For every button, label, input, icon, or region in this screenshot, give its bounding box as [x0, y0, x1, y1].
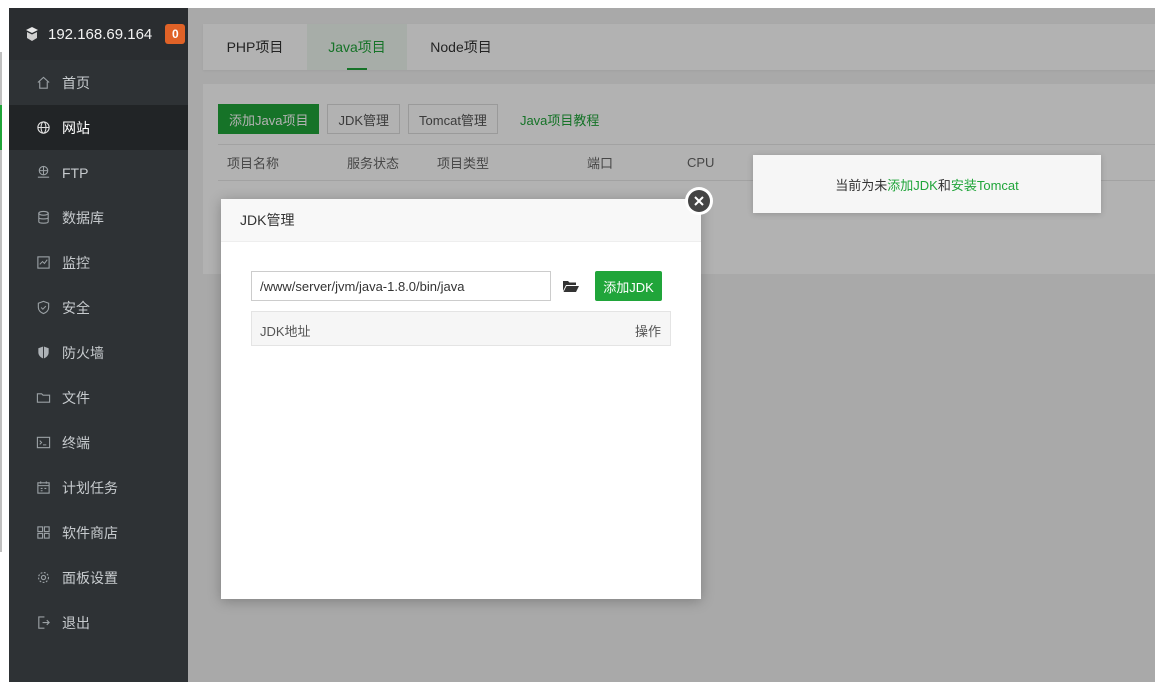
database-icon: [35, 210, 51, 226]
sidebar-item-ftp[interactable]: FTP: [9, 150, 188, 195]
column-header-jdk-address: JDK地址: [260, 324, 311, 339]
home-icon: [35, 75, 51, 91]
sidebar-item-label: 面板设置: [62, 569, 118, 586]
sidebar-item-firewall[interactable]: 防火墙: [9, 330, 188, 375]
monitor-icon: [35, 255, 51, 271]
jdk-table-header: JDK地址 操作: [251, 311, 671, 346]
server-ip[interactable]: 192.168.69.164: [48, 26, 152, 43]
sidebar-item-store[interactable]: 软件商店: [9, 510, 188, 555]
notice-text: 当前为未: [835, 177, 888, 193]
apps-icon: [35, 525, 51, 541]
jdk-manage-dialog: JDK管理 添加JDK JDK地址 操作: [221, 187, 713, 599]
sidebar-item-label: 防火墙: [62, 344, 104, 361]
sidebar-item-security[interactable]: 安全: [9, 285, 188, 330]
sidebar-item-home[interactable]: 首页: [9, 60, 188, 105]
sidebar-nav: 首页 网站 FTP 数据库 监控 安全 防火墙 文件 终端 计划任务 软件商店 …: [0, 60, 188, 645]
sidebar-item-label: 终端: [62, 434, 90, 451]
close-icon: [688, 190, 710, 212]
sidebar-item-label: 安全: [62, 299, 90, 316]
calendar-icon: [35, 480, 51, 496]
add-jdk-button[interactable]: 添加JDK: [595, 271, 662, 301]
sidebar-item-database[interactable]: 数据库: [9, 195, 188, 240]
sidebar-header: 192.168.69.164 0: [9, 8, 188, 60]
install-tomcat-link[interactable]: 安装Tomcat: [951, 175, 1019, 194]
sidebar-item-label: 监控: [62, 254, 90, 271]
folder-icon: [35, 390, 51, 406]
column-header-action: 操作: [634, 324, 661, 339]
sidebar-item-label: 首页: [62, 74, 90, 91]
jdk-path-input[interactable]: [251, 271, 551, 301]
folder-open-icon[interactable]: [562, 278, 580, 294]
sidebar-item-monitor[interactable]: 监控: [9, 240, 188, 285]
ftp-icon: [35, 165, 51, 181]
sidebar-item-label: 退出: [62, 614, 90, 631]
logout-icon: [35, 615, 51, 631]
sidebar-item-label: 数据库: [62, 209, 104, 226]
sidebar-item-label: 软件商店: [62, 524, 118, 541]
server-icon: [23, 25, 41, 43]
environment-notice: 当前为未 添加JDK 和安装Tomcat: [753, 155, 1101, 213]
sidebar-item-label: FTP: [62, 164, 89, 181]
globe-icon: [35, 120, 51, 136]
sidebar-item-label: 文件: [62, 389, 90, 406]
sidebar-item-label: 网站: [62, 119, 90, 136]
sidebar-item-terminal[interactable]: 终端: [9, 420, 188, 465]
gear-icon: [35, 570, 51, 586]
notice-text: 和: [937, 177, 951, 193]
dialog-title: JDK管理: [221, 199, 701, 242]
add-jdk-link[interactable]: 添加JDK: [887, 175, 938, 194]
firewall-icon: [35, 345, 51, 361]
notification-badge[interactable]: 0: [165, 24, 186, 44]
sidebar-item-cron[interactable]: 计划任务: [9, 465, 188, 510]
sidebar-item-website[interactable]: 网站: [0, 105, 188, 150]
sidebar-item-label: 计划任务: [62, 479, 118, 496]
window-left-edge: [0, 0, 9, 682]
sidebar-item-logout[interactable]: 退出: [9, 600, 188, 645]
close-button[interactable]: [685, 187, 713, 215]
terminal-icon: [35, 435, 51, 451]
sidebar-item-files[interactable]: 文件: [9, 375, 188, 420]
shield-icon: [35, 300, 51, 316]
sidebar: 192.168.69.164 0 首页 网站 FTP 数据库 监控 安全 防火墙…: [0, 8, 188, 682]
sidebar-item-settings[interactable]: 面板设置: [9, 555, 188, 600]
